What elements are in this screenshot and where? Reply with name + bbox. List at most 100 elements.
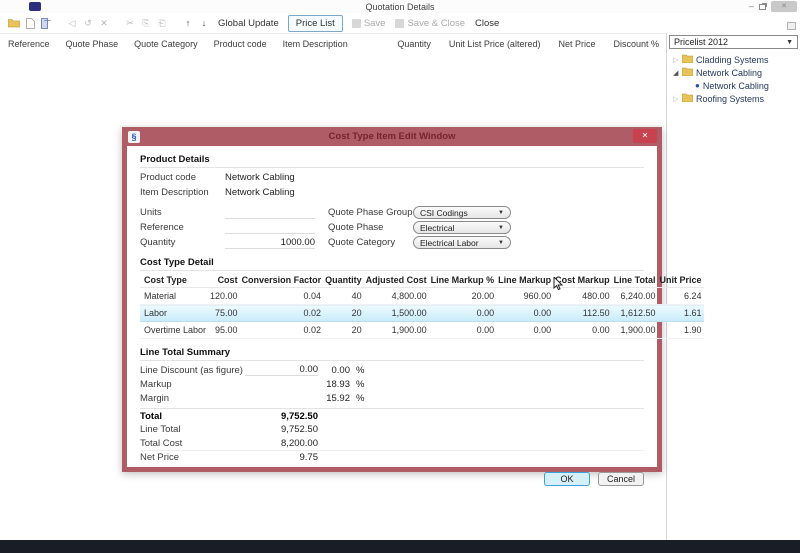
dialog-titlebar: § Cost Type Item Edit Window ✕ (122, 127, 662, 146)
paste-icon: ⎗ (155, 16, 169, 30)
quote-phase-group-label: Quote Phase Group (328, 207, 413, 218)
quote-phase-group-dropdown[interactable]: CSI Codings ▼ (413, 206, 511, 219)
quantity-label: Quantity (140, 237, 225, 248)
total-cost-value: 8,200.00 (245, 438, 318, 449)
ok-button[interactable]: OK (544, 472, 590, 486)
cut-icon: ✂ (123, 16, 137, 30)
column-quote-category[interactable]: Quote Category (134, 39, 198, 49)
reference-input[interactable] (225, 222, 315, 234)
dialog-icon: § (128, 131, 140, 143)
window-titlebar: Quotation Details – ✕ (0, 0, 800, 13)
minimize-icon[interactable]: – (749, 2, 754, 11)
window-title: Quotation Details (0, 2, 800, 12)
chevron-right-icon[interactable]: ▷ (673, 95, 682, 103)
global-update-button[interactable]: Global Update (218, 18, 279, 29)
units-input[interactable] (225, 207, 315, 219)
cancel-button[interactable]: Cancel (598, 472, 644, 486)
percent-sign: % (356, 365, 364, 376)
tree-item-network-cabling-child[interactable]: ● Network Cabling (673, 79, 800, 92)
new-document-icon[interactable] (23, 16, 37, 30)
chevron-expanded-icon[interactable]: ◢ (673, 69, 682, 77)
quantity-input[interactable]: 1000.00 (225, 237, 315, 249)
item-description-value: Network Cabling (225, 187, 295, 198)
product-code-label: Product code (140, 172, 225, 183)
toolbar: ◁ ↺ ✕ ✂ ⎘ ⎗ ↑ ↓ Global Update Price List… (0, 13, 800, 34)
open-folder-icon[interactable] (7, 16, 21, 30)
column-product-code[interactable]: Product code (214, 39, 267, 49)
chevron-down-icon: ▼ (498, 240, 504, 246)
total-value: 9,752.50 (245, 411, 318, 422)
markup-label: Markup (140, 379, 245, 390)
line-total-value: 9,752.50 (245, 424, 318, 435)
column-unit-list-price[interactable]: Unit List Price (altered) (449, 39, 541, 49)
move-up-icon[interactable]: ↑ (181, 16, 195, 30)
chevron-down-icon: ▼ (498, 210, 504, 216)
mouse-cursor (553, 277, 563, 296)
refresh-icon: ↺ (81, 16, 95, 30)
copy-icon: ⎘ (139, 16, 153, 30)
section-product-details: Product Details (140, 151, 644, 168)
price-list-button[interactable]: Price List (288, 15, 343, 32)
save-button: Save (352, 18, 386, 29)
quote-category-dropdown[interactable]: Electrical Labor ▼ (413, 236, 511, 249)
cost-type-edit-dialog: § Cost Type Item Edit Window ✕ Product D… (122, 127, 662, 472)
section-cost-type-detail: Cost Type Detail (140, 254, 644, 271)
restore-icon[interactable] (759, 4, 766, 10)
reference-label: Reference (140, 222, 225, 233)
save-close-button: Save & Close (395, 18, 465, 29)
tree-item-roofing-systems[interactable]: ▷ Roofing Systems (673, 92, 800, 105)
line-discount-label: Line Discount (as figure) (140, 365, 245, 376)
cost-table-header-row: Cost Type Cost Conversion Factor Quantit… (140, 273, 704, 288)
chevron-right-icon[interactable]: ▷ (673, 56, 682, 64)
undo-icon: ◁ (65, 16, 79, 30)
line-total-label: Line Total (140, 424, 245, 435)
close-button[interactable]: Close (475, 18, 499, 29)
percent-sign: % (356, 393, 364, 404)
folder-icon (682, 67, 693, 78)
net-price-label: Net Price (140, 452, 245, 463)
move-down-icon[interactable]: ↓ (197, 16, 211, 30)
column-reference[interactable]: Reference (8, 39, 50, 49)
column-item-description[interactable]: Item Description (283, 39, 348, 49)
save-icon (352, 19, 361, 28)
chevron-down-icon: ▼ (498, 225, 504, 231)
bullet-icon: ● (695, 81, 700, 90)
units-label: Units (140, 207, 225, 218)
total-label: Total (140, 411, 245, 422)
panel-options-icon[interactable] (787, 22, 796, 30)
pricelist-dropdown[interactable]: Pricelist 2012 ▼ (669, 35, 798, 49)
copy-document-icon[interactable] (39, 16, 53, 30)
cost-type-table: Cost Type Cost Conversion Factor Quantit… (140, 273, 704, 339)
folder-icon (682, 54, 693, 65)
dialog-close-icon[interactable]: ✕ (633, 129, 657, 143)
delete-icon: ✕ (97, 16, 111, 30)
chevron-down-icon: ▼ (786, 39, 793, 46)
net-price-value: 9.75 (245, 452, 318, 463)
line-discount-input[interactable]: 0.00 (245, 364, 318, 376)
quote-category-label: Quote Category (328, 237, 413, 248)
save-close-icon (395, 19, 404, 28)
margin-label: Margin (140, 393, 245, 404)
markup-percent: 18.93 (318, 379, 350, 390)
grid-header: Reference Quote Phase Quote Category Pro… (0, 36, 665, 52)
folder-icon (682, 93, 693, 104)
section-line-total-summary: Line Total Summary (140, 344, 644, 361)
column-discount[interactable]: Discount % (613, 39, 659, 49)
tree-item-cladding-systems[interactable]: ▷ Cladding Systems (673, 53, 800, 66)
column-quote-phase[interactable]: Quote Phase (66, 39, 119, 49)
close-window-icon[interactable]: ✕ (771, 1, 797, 12)
quote-phase-dropdown[interactable]: Electrical ▼ (413, 221, 511, 234)
product-code-value: Network Cabling (225, 172, 295, 183)
table-row-material[interactable]: Material 120.00 0.04 40 4,800.00 20.00 9… (140, 288, 704, 305)
pricelist-tree: ▷ Cladding Systems ◢ Network Cabling ● N… (667, 53, 800, 105)
margin-percent: 15.92 (318, 393, 350, 404)
total-cost-label: Total Cost (140, 438, 245, 449)
tree-item-network-cabling[interactable]: ◢ Network Cabling (673, 66, 800, 79)
column-net-price[interactable]: Net Price (558, 39, 595, 49)
bottom-bar (0, 540, 800, 553)
table-row-labor[interactable]: Labor 75.00 0.02 20 1,500.00 0.00 0.00 1… (140, 305, 704, 322)
percent-sign: % (356, 379, 364, 390)
item-description-label: Item Description (140, 187, 225, 198)
column-quantity[interactable]: Quantity (397, 39, 431, 49)
table-row-overtime-labor[interactable]: Overtime Labor 95.00 0.02 20 1,900.00 0.… (140, 322, 704, 339)
